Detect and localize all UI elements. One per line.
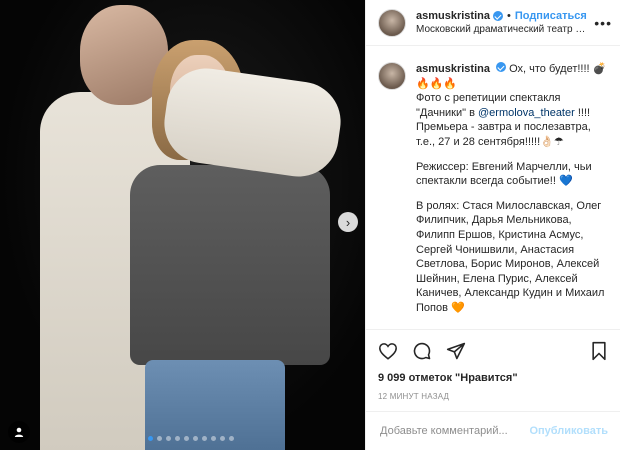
share-icon [446, 342, 466, 360]
carousel-dot [211, 436, 216, 441]
like-button[interactable] [378, 342, 398, 360]
avatar[interactable] [378, 8, 406, 37]
comments-section: asmuskristina Ох, что будет!!!! 💣🔥🔥🔥 Фот… [366, 46, 620, 329]
share-button[interactable] [446, 341, 466, 361]
more-options-icon[interactable]: ••• [594, 15, 612, 31]
post-photo[interactable]: › [0, 0, 365, 450]
caption-cut-line [416, 326, 608, 330]
carousel-dot [220, 436, 225, 441]
comment-input[interactable] [378, 424, 530, 438]
carousel-dot [175, 436, 180, 441]
add-comment-bar: Опубликовать [366, 411, 620, 450]
carousel-dot [184, 436, 189, 441]
caption-paragraph-cast: В ролях: Стася Милославская, Олег Филипч… [416, 199, 605, 314]
separator-dot: • [506, 10, 511, 22]
carousel-dot [229, 436, 234, 441]
mention-link[interactable]: @ermolova_theater [478, 107, 575, 119]
caption-username[interactable]: asmuskristina [416, 63, 490, 75]
follow-button[interactable]: Подписаться [515, 10, 587, 22]
caption-body: asmuskristina Ох, что будет!!!! 💣🔥🔥🔥 Фот… [416, 62, 608, 329]
next-photo-button[interactable]: › [338, 212, 358, 232]
likes-count[interactable]: 9 099 отметок "Нравится" [378, 372, 608, 384]
comment-button[interactable] [412, 341, 432, 361]
carousel-dot [202, 436, 207, 441]
caption-avatar[interactable] [378, 62, 406, 90]
caption-paragraph-director: Режиссер: Евгений Марчелли, чьи спектакл… [416, 160, 592, 188]
carousel-dots [148, 436, 234, 441]
person-icon [14, 427, 24, 437]
post-header: asmuskristina • Подписаться Московский д… [366, 0, 620, 46]
verified-icon [496, 62, 507, 72]
carousel-dot [166, 436, 171, 441]
caption: asmuskristina Ох, что будет!!!! 💣🔥🔥🔥 Фот… [378, 62, 608, 329]
carousel-dot [148, 436, 153, 441]
location-link[interactable]: Московский драматический театр имени М..… [416, 24, 588, 35]
post-timestamp[interactable]: 12 МИНУТ НАЗАД [378, 392, 608, 401]
instagram-post: › asmuskristina • Подписаться Московский… [0, 0, 620, 450]
verified-icon [492, 11, 503, 21]
carousel-dot [193, 436, 198, 441]
chevron-right-icon: › [345, 214, 351, 230]
tagged-users-button[interactable] [8, 421, 30, 443]
photo-woman-shirt [130, 165, 330, 365]
header-username[interactable]: asmuskristina [416, 10, 490, 22]
heart-icon [379, 343, 397, 360]
post-side-panel: asmuskristina • Подписаться Московский д… [365, 0, 620, 450]
save-button[interactable] [590, 341, 608, 361]
comment-icon [413, 342, 431, 360]
bookmark-icon [592, 341, 606, 361]
carousel-dot [157, 436, 162, 441]
publish-button[interactable]: Опубликовать [529, 425, 608, 437]
post-actions: 9 099 отметок "Нравится" 12 МИНУТ НАЗАД [366, 329, 620, 411]
